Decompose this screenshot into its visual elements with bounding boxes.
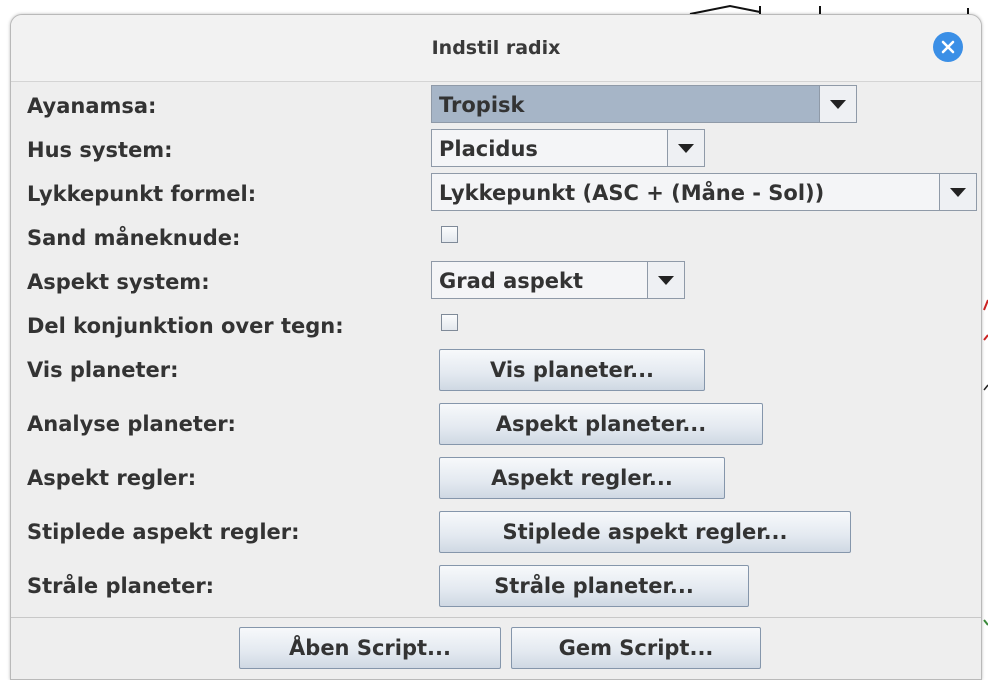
hus-system-value: Placidus — [439, 137, 538, 161]
row-straale-planeter: Stråle planeter: Stråle planeter... — [23, 565, 977, 607]
row-ayanamsa: Ayanamsa: Tropisk — [23, 85, 977, 125]
close-button[interactable] — [933, 32, 963, 62]
row-stiplede-aspekt-regler: Stiplede aspekt regler: Stiplede aspekt … — [23, 511, 977, 553]
chevron-down-icon[interactable] — [939, 174, 976, 210]
straale-planeter-label: Stråle planeter: — [27, 574, 215, 598]
row-sand-maaneknude: Sand måneknude: — [23, 217, 977, 257]
row-hus-system: Hus system: Placidus — [23, 129, 977, 169]
aspekt-regler-label: Aspekt regler: — [27, 466, 197, 490]
ayanamsa-value: Tropisk — [439, 93, 525, 117]
row-vis-planeter: Vis planeter: Vis planeter... — [23, 349, 977, 391]
vis-planeter-label: Vis planeter: — [27, 358, 179, 382]
del-konjunktion-label: Del konjunktion over tegn: — [27, 314, 344, 338]
chevron-down-icon[interactable] — [819, 86, 856, 122]
lykkepunkt-formel-label: Lykkepunkt formel: — [27, 182, 257, 206]
stiplede-aspekt-regler-label: Stiplede aspekt regler: — [27, 520, 300, 544]
open-script-button[interactable]: Åben Script... — [239, 627, 501, 669]
stiplede-aspekt-regler-button[interactable]: Stiplede aspekt regler... — [439, 511, 851, 553]
analyse-planeter-label: Analyse planeter: — [27, 412, 236, 436]
aspekt-system-label: Aspekt system: — [27, 270, 210, 294]
ayanamsa-select[interactable]: Tropisk — [431, 85, 857, 123]
lykkepunkt-formel-value: Lykkepunkt (ASC + (Måne - Sol)) — [439, 181, 825, 205]
straale-planeter-button[interactable]: Stråle planeter... — [439, 565, 749, 607]
aspekt-planeter-button[interactable]: Aspekt planeter... — [439, 403, 763, 445]
row-aspekt-system: Aspekt system: Grad aspekt — [23, 261, 977, 301]
chevron-down-icon[interactable] — [647, 262, 684, 298]
hus-system-select[interactable]: Placidus — [431, 129, 705, 167]
settings-dialog: Indstil radix Ayanamsa: Tropisk Hus syst… — [10, 14, 982, 680]
row-del-konjunktion: Del konjunktion over tegn: — [23, 305, 977, 345]
save-script-button[interactable]: Gem Script... — [511, 627, 761, 669]
row-lykkepunkt-formel: Lykkepunkt formel: Lykkepunkt (ASC + (Må… — [23, 173, 977, 213]
aspekt-system-value: Grad aspekt — [439, 269, 584, 293]
dialog-title: Indstil radix — [431, 37, 561, 59]
row-aspekt-regler: Aspekt regler: Aspekt regler... — [23, 457, 977, 499]
chevron-down-icon[interactable] — [667, 130, 704, 166]
sand-maaneknude-checkbox[interactable] — [441, 226, 458, 243]
close-icon — [941, 40, 955, 54]
lykkepunkt-formel-select[interactable]: Lykkepunkt (ASC + (Måne - Sol)) — [431, 173, 977, 211]
hus-system-label: Hus system: — [27, 138, 173, 162]
aspekt-system-select[interactable]: Grad aspekt — [431, 261, 685, 299]
dialog-footer: Åben Script... Gem Script... — [11, 617, 981, 679]
sand-maaneknude-label: Sand måneknude: — [27, 226, 241, 250]
del-konjunktion-checkbox[interactable] — [441, 314, 458, 331]
aspekt-regler-button[interactable]: Aspekt regler... — [439, 457, 725, 499]
settings-form: Ayanamsa: Tropisk Hus system: Placidus L… — [23, 85, 977, 613]
vis-planeter-button[interactable]: Vis planeter... — [439, 349, 705, 391]
row-analyse-planeter: Analyse planeter: Aspekt planeter... — [23, 403, 977, 445]
title-bar[interactable]: Indstil radix — [11, 15, 981, 82]
ayanamsa-label: Ayanamsa: — [27, 94, 157, 118]
